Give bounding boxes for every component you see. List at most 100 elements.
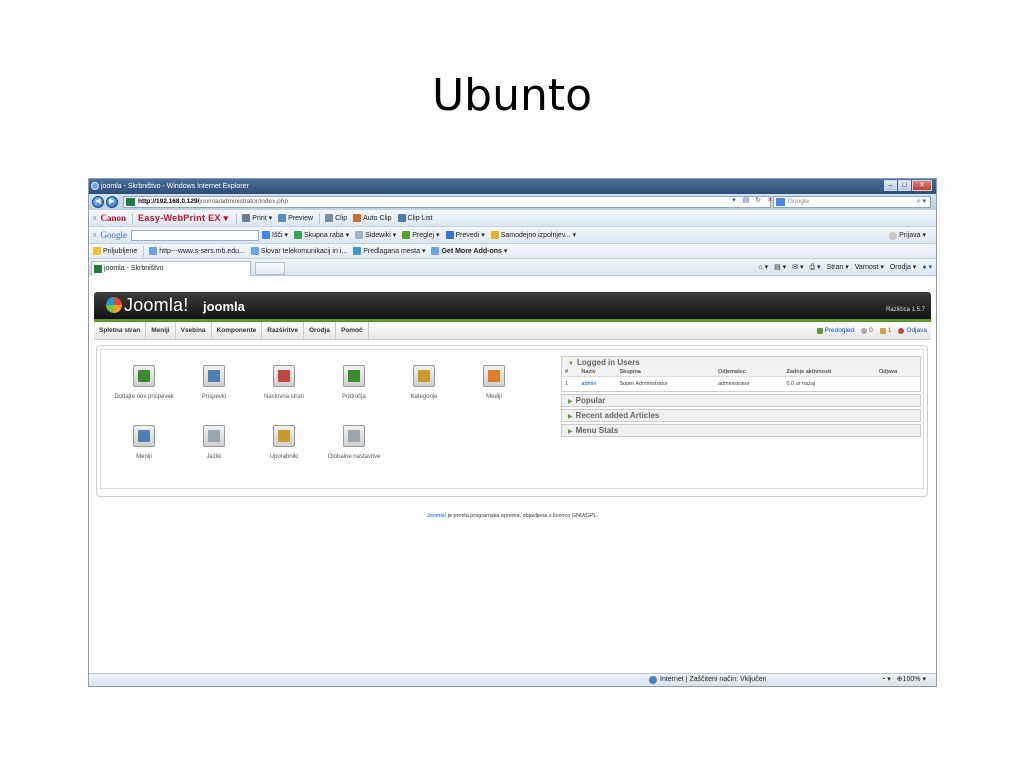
clip-icon [325, 214, 334, 222]
preview-icon [816, 328, 823, 334]
menu-extensions[interactable]: Razširitve [262, 322, 304, 340]
browser-window: joomla - Skrbništvo - Windows Internet E… [88, 178, 937, 687]
translate-button[interactable]: Prevedi ▾ [445, 227, 485, 244]
easy-webprint-button[interactable]: Easy-WebPrint EX ▾ [138, 210, 228, 227]
category-icon [413, 365, 435, 387]
check-button[interactable]: Preglej ▾ [402, 227, 440, 244]
maximize-button[interactable]: □ [898, 180, 911, 191]
menu-components[interactable]: Komponente [212, 322, 263, 340]
search-icon[interactable]: ⌕ ▾ [917, 197, 926, 207]
control-panel: Dodajte nov prispevek Prispevki Naslovna… [96, 345, 928, 497]
joomla-brand: Joomla! [124, 295, 189, 315]
articles-button[interactable]: Prispevki [181, 357, 247, 417]
messages-count[interactable]: 0 [861, 322, 873, 340]
menu-site[interactable]: Spletna stran [94, 322, 147, 340]
user-icon [889, 231, 898, 240]
refresh-icon[interactable]: ↻ [753, 196, 763, 206]
menu-content[interactable]: Vsebina [176, 322, 212, 340]
menu-tools[interactable]: Orodja [304, 322, 336, 340]
users-online-count: 1 [879, 322, 891, 340]
title-bar: joomla - Skrbništvo - Windows Internet E… [89, 179, 936, 194]
google-toolbar: x Google Išči ▾ Skupna raba ▾ Sidewiki ▾… [89, 227, 936, 244]
security-zone[interactable]: Internet | Zaščiteni način: Vključen [649, 674, 766, 686]
fav-link-2[interactable]: Slovar telekomunikacij in i... [250, 244, 347, 259]
menu-help[interactable]: Pomoč [336, 322, 369, 340]
close-toolbar-icon[interactable]: x [93, 210, 97, 227]
joomla-link[interactable]: Joomla! [427, 513, 446, 519]
protected-mode-icon[interactable]: ◔ ▾ [881, 674, 891, 686]
fav-link-1[interactable]: http---www.s-sers.mb.edu... [149, 244, 245, 259]
preview-link[interactable]: Predogled [816, 322, 854, 340]
url-field[interactable]: http://192.168.0.129/joomla/administrato… [123, 196, 771, 208]
languages-button[interactable]: Jeziki [181, 417, 247, 477]
joomla-footer: Joomla! je prosta programska oprema, obj… [89, 513, 936, 519]
zoom-control[interactable]: ⊕100% ▾ [897, 674, 926, 686]
menu-icon [133, 425, 155, 447]
dropdown-arrow-icon[interactable]: ▾ [729, 196, 739, 206]
collapsed-arrow-icon: ▶ [568, 399, 573, 405]
close-button[interactable]: ✕ [912, 180, 932, 191]
categories-button[interactable]: Kategorije [391, 357, 457, 417]
tools-menu[interactable]: Orodja ▾ [890, 259, 916, 276]
share-icon [293, 231, 302, 239]
fav-link-4[interactable]: Get More Add-ons ▾ [431, 244, 507, 259]
search-input[interactable]: Google ⌕ ▾ [773, 196, 931, 208]
share-button[interactable]: Skupna raba ▾ [293, 227, 349, 244]
menu-menus[interactable]: Meniji [146, 322, 176, 340]
close-toolbar-icon[interactable]: x [93, 227, 97, 244]
preview-button[interactable]: Preview [278, 210, 313, 227]
mail-icon[interactable]: ✉ ▾ [792, 259, 803, 276]
signin-button[interactable]: Prijava ▾ [889, 227, 926, 244]
compatibility-icon[interactable]: ▤ [741, 196, 751, 206]
back-icon[interactable]: ◀ [92, 196, 104, 208]
add-article-button[interactable]: Dodajte nov prispevek [111, 357, 177, 417]
messages-icon [861, 328, 868, 334]
logout-link[interactable]: Odjava [898, 322, 927, 340]
clip-list-icon [397, 214, 406, 222]
menus-button[interactable]: Meniji [111, 417, 177, 477]
tab-joomla[interactable]: joomla - Skrbništvo [91, 261, 251, 276]
media-icon [483, 365, 505, 387]
preview-icon [278, 214, 287, 222]
ie-page-icon [250, 247, 259, 255]
popular-module[interactable]: ▶ Popular [561, 394, 921, 407]
minimize-button[interactable]: – [884, 180, 897, 191]
autofill-button[interactable]: Samodejno izpolnjev... ▾ [490, 227, 576, 244]
global-config-button[interactable]: Globalne nastavitve [321, 417, 387, 477]
safety-menu[interactable]: Varnost ▾ [855, 259, 884, 276]
admin-menubar: Spletna stran Meniji Vsebina Komponente … [94, 322, 931, 340]
google-search-button[interactable]: Išči ▾ [262, 227, 288, 244]
sections-button[interactable]: Področja [321, 357, 387, 417]
sidewiki-button[interactable]: Sidewiki ▾ [355, 227, 396, 244]
forward-icon[interactable]: ▶ [106, 196, 118, 208]
print-icon[interactable]: ⎙ ▾ [810, 259, 821, 276]
site-favicon [94, 265, 102, 273]
collapsed-arrow-icon: ▶ [568, 429, 573, 435]
clip-list-button[interactable]: Clip List [397, 210, 432, 227]
language-icon [203, 425, 225, 447]
home-icon[interactable]: ⌂ ▾ [758, 259, 768, 276]
print-button[interactable]: Print ▾ [242, 210, 272, 227]
version-label: Različica 1.5.7 [885, 307, 925, 313]
favorites-button[interactable]: Priljubljene [93, 244, 137, 259]
menu-stats-module[interactable]: ▶ Menu Stats [561, 424, 921, 437]
google-search-input[interactable] [131, 229, 259, 241]
auto-clip-button[interactable]: Auto Clip [353, 210, 392, 227]
users-icon [879, 328, 886, 334]
fav-link-3[interactable]: Predlagana mesta ▾ [353, 244, 425, 259]
help-icon[interactable]: ● ▾ [922, 259, 932, 276]
recent-articles-module[interactable]: ▶ Recent added Articles [561, 409, 921, 422]
users-button[interactable]: Uporabniki [251, 417, 317, 477]
module-toggle-logged-in[interactable]: ▼ Logged in Users [562, 357, 920, 368]
col-logout: Odjava [875, 368, 920, 377]
new-tab-button[interactable] [255, 262, 285, 275]
user-link[interactable]: admin [578, 377, 616, 392]
frontpage-button[interactable]: Naslovna stran [251, 357, 317, 417]
page-menu[interactable]: Stran ▾ [827, 259, 849, 276]
feeds-icon[interactable]: ▤ ▾ [774, 259, 786, 276]
media-button[interactable]: Mediji [461, 357, 527, 417]
google-icon [262, 231, 270, 239]
ie-page-icon [149, 247, 158, 255]
site-favicon [126, 198, 135, 206]
clip-button[interactable]: Clip [325, 210, 347, 227]
